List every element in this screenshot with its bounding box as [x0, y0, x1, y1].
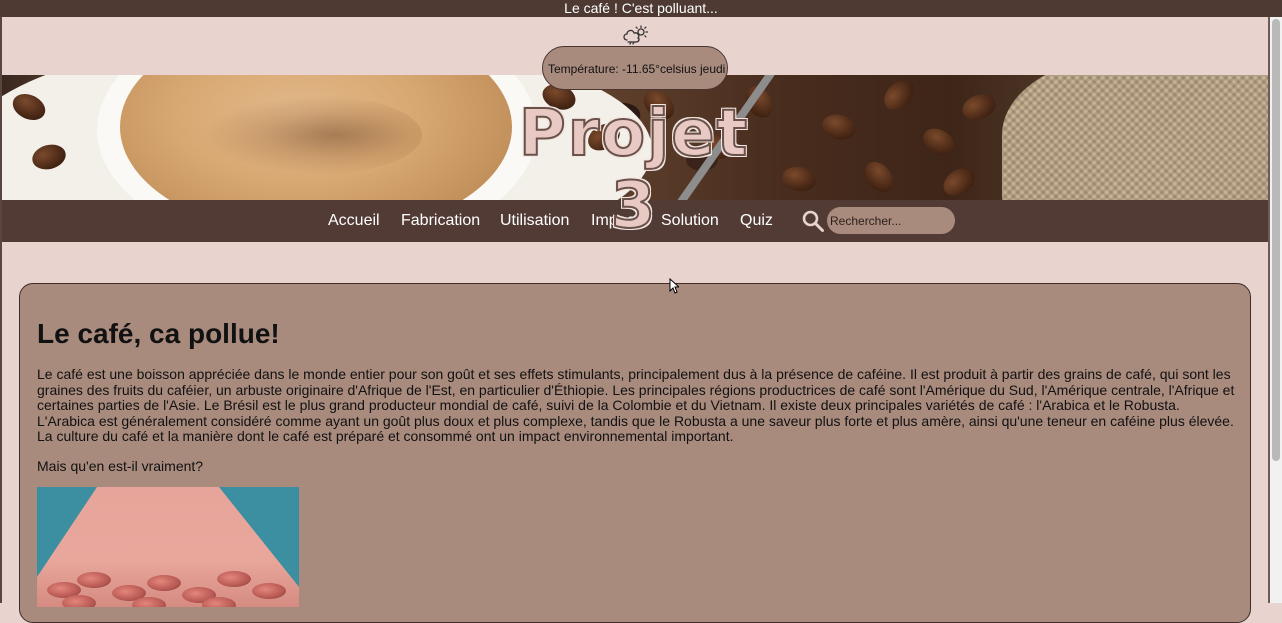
bean-pile [62, 595, 96, 607]
nav-item-utilisation[interactable]: Utilisation [500, 211, 569, 231]
site-logo[interactable]: Projet 3 [484, 97, 784, 243]
burlap-sack [1002, 75, 1268, 200]
marquee-banner: Le café ! C'est polluant... [0, 0, 1282, 17]
coffee-bean [878, 75, 920, 116]
bean-pile [132, 597, 166, 607]
bean-pile [202, 597, 236, 607]
cloud-sun-icon [623, 25, 649, 45]
bean-pile [252, 583, 286, 599]
mouse-cursor-icon [669, 278, 679, 294]
nav-item-solution[interactable]: Solution [661, 211, 719, 231]
mountain-left [37, 487, 97, 577]
coffee-bean [819, 111, 859, 143]
temperature-widget: Température: -11.65°celsius jeudi 2 [542, 46, 728, 90]
nav-item-fabrication[interactable]: Fabrication [401, 211, 480, 231]
coffee-bean [918, 123, 960, 161]
coffee-crema [202, 95, 422, 175]
scrollbar-thumb[interactable] [1272, 19, 1280, 461]
intro-paragraph: Le café est une boisson appréciée dans l… [37, 366, 1235, 444]
content-card: Le café, ca pollue! Le café est une bois… [19, 283, 1251, 623]
coffee-bean [938, 162, 980, 200]
vertical-scrollbar[interactable] [1270, 17, 1282, 603]
temperature-text: Température: -11.65°celsius jeudi 2 [548, 62, 728, 76]
bean-pile [147, 575, 181, 591]
search-input[interactable] [827, 207, 955, 234]
question-text: Mais qu'en est-il vraiment? [37, 458, 204, 474]
page-title: Le café, ca pollue! [37, 318, 280, 349]
search-icon[interactable] [801, 209, 825, 233]
coffee-bean [780, 164, 818, 194]
nav-item-accueil[interactable]: Accueil [328, 211, 380, 231]
marquee-text: Le café ! C'est polluant... [564, 0, 718, 16]
bean-pile [77, 572, 111, 588]
coffee-bean [858, 156, 900, 198]
bean-pile [217, 571, 251, 587]
coffee-bean [958, 89, 1000, 125]
coffee-beans-illustration [37, 487, 299, 607]
nav-item-quiz[interactable]: Quiz [740, 211, 773, 231]
